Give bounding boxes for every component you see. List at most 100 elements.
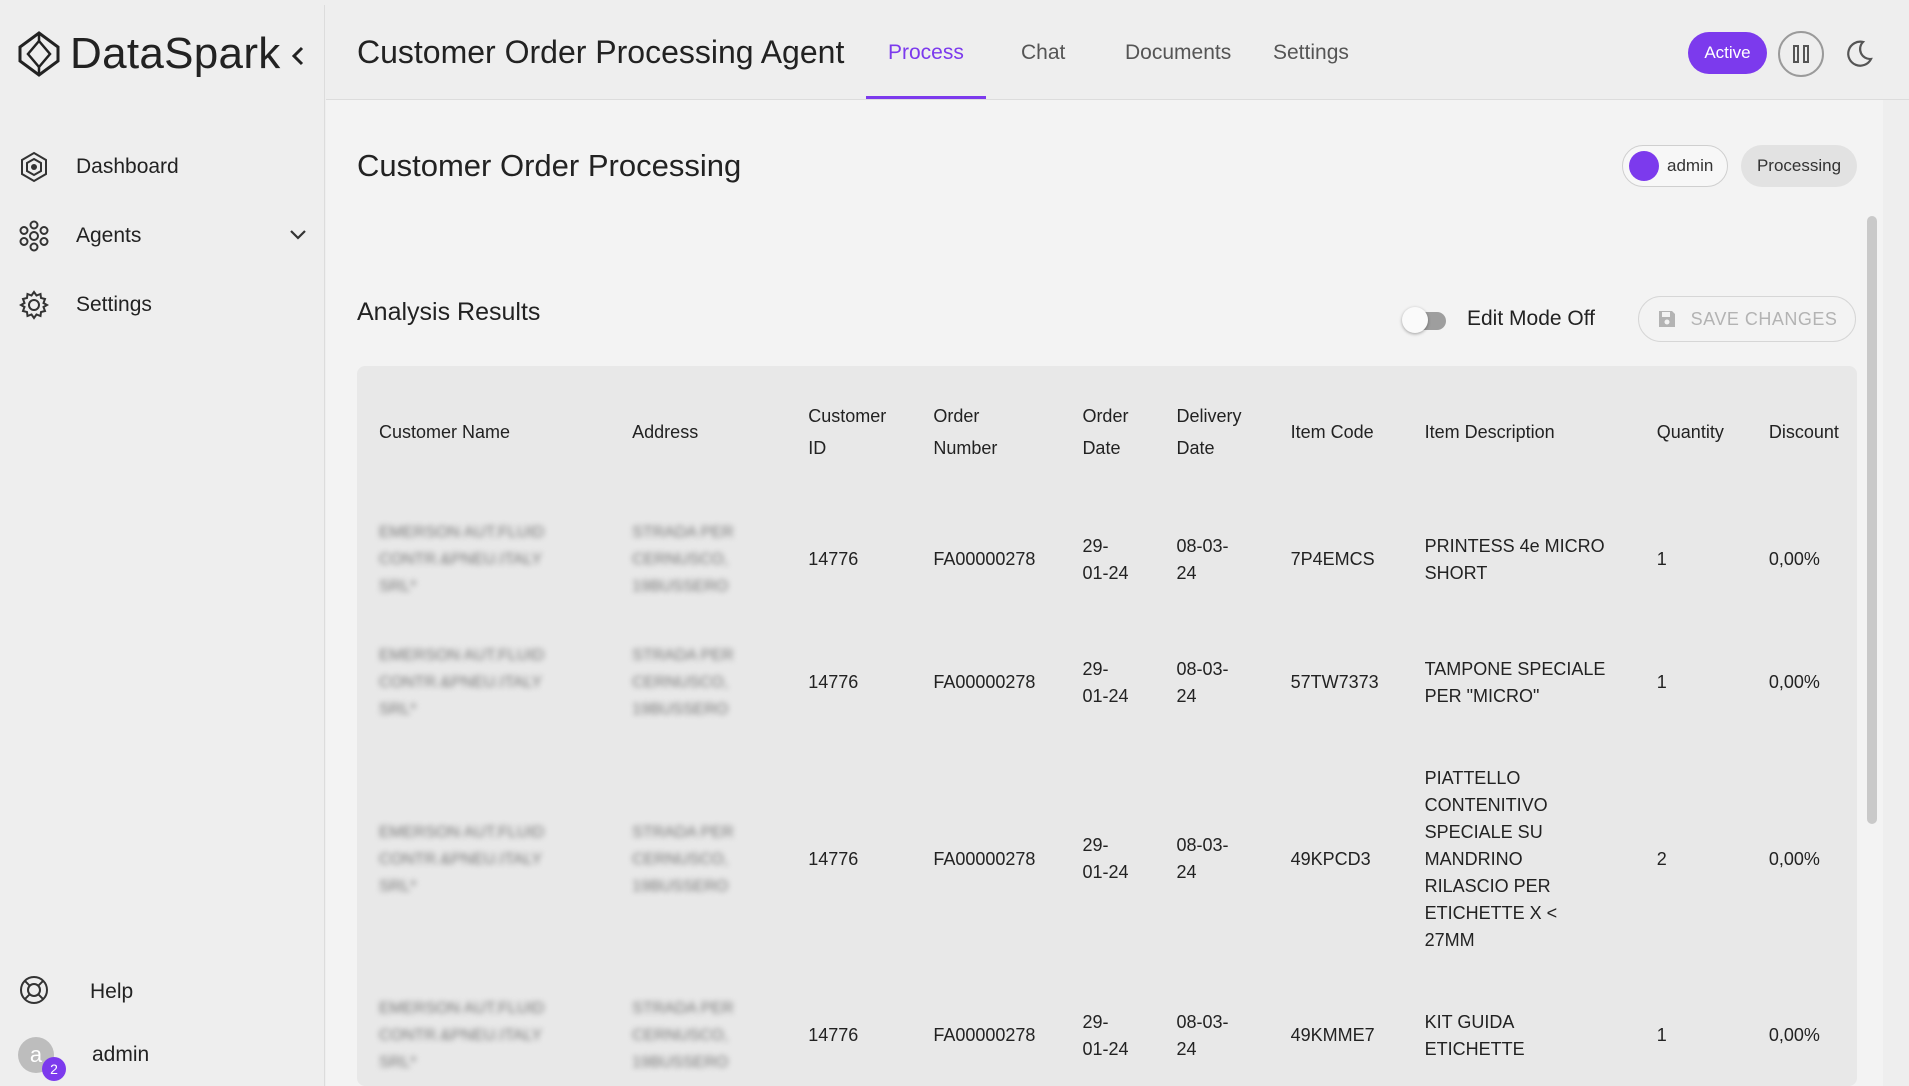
chevron-down-icon[interactable] (288, 224, 308, 244)
sidebar-item-dashboard[interactable]: Dashboard (18, 145, 308, 189)
cell-text-line: 24 (1176, 862, 1197, 882)
tab-process[interactable]: Process (888, 41, 964, 65)
cell-item-code: 7P4EMCS (1269, 498, 1403, 621)
pause-button[interactable] (1778, 31, 1824, 77)
notification-badge: 2 (42, 1057, 66, 1081)
column-header-address[interactable]: Address (610, 366, 786, 498)
cell-text: 0,00% (1768, 848, 1820, 869)
cell-discount: 0,00% (1747, 974, 1857, 1086)
cell-text-line: 19BUSSERO (632, 701, 729, 718)
column-header-text: Discount (1768, 422, 1839, 442)
column-header-text: Address (632, 422, 699, 442)
cell-text-line: 01-24 (1082, 1038, 1129, 1059)
cell-item-code: 49KPCD3 (1269, 744, 1403, 974)
table-body: EMERSON AUT.FLUID CONTR.&PNEU.ITALY SRL* ST… (357, 498, 1857, 1086)
cell-text-line: STRADA PER (632, 823, 734, 841)
user-chip[interactable]: admin (1622, 145, 1728, 187)
cell-quantity: 1 (1635, 621, 1747, 744)
cell-text-line: RILASCIO PER (1424, 875, 1551, 896)
sidebar-item-settings[interactable]: Settings (18, 283, 308, 327)
column-header-delivery-date[interactable]: Delivery Date (1155, 366, 1269, 498)
user-menu[interactable]: a 2 admin (18, 1033, 308, 1081)
column-header-order-number[interactable]: Order Number (911, 366, 1060, 498)
cell-text-line: 19BUSSERO (632, 1054, 729, 1071)
sidebar-item-agents[interactable]: Agents (18, 214, 308, 258)
avatar-initial: a (29, 1042, 43, 1067)
dark-mode-moon-icon[interactable] (1844, 39, 1874, 69)
cell-customer-name: EMERSON AUT.FLUID CONTR.&PNEU.ITALY SRL* (357, 621, 610, 744)
table-row[interactable]: EMERSON AUT.FLUID CONTR.&PNEU.ITALY SRL* ST… (357, 498, 1857, 621)
table-header-row: Customer Name Address Customer ID Order Numbe… (357, 366, 1857, 498)
save-changes-button[interactable]: SAVE CHANGES (1638, 296, 1856, 342)
cell-text-line: PER "MICRO" (1424, 685, 1540, 706)
user-name: admin (92, 1043, 150, 1066)
column-header-text: Date (1082, 438, 1121, 458)
cell-order-date: 29- 01-24 (1060, 498, 1154, 621)
cell-delivery-date: 08-03- 24 (1155, 974, 1269, 1086)
sidebar-item-label: Dashboard (76, 155, 179, 178)
cell-text-line: SRL* (379, 1054, 417, 1071)
column-header-order-date[interactable]: Order Date (1060, 366, 1154, 498)
cell-customer-name: EMERSON AUT.FLUID CONTR.&PNEU.ITALY SRL* (357, 744, 610, 974)
cell-text-line: CERNUSCO, (632, 674, 729, 691)
cell-text-line: 24 (1176, 1038, 1197, 1059)
cell-text: 2 (1656, 848, 1667, 869)
cell-customer-id: 14776 (786, 621, 911, 744)
top-header: Customer Order Processing Agent Process … (326, 5, 1909, 100)
column-header-customer-name[interactable]: Customer Name (357, 366, 610, 498)
cell-text: 0,00% (1768, 672, 1820, 692)
tab-settings[interactable]: Settings (1273, 41, 1349, 65)
cell-text-line: 24 (1176, 685, 1197, 706)
column-header-customer-id[interactable]: Customer ID (786, 366, 911, 498)
brand[interactable]: DataSpark (18, 29, 281, 79)
collapse-sidebar-button[interactable] (286, 41, 310, 71)
floppy-disk-icon (1658, 311, 1675, 327)
page-title: Customer Order Processing (357, 148, 742, 183)
cell-order-date: 29- 01-24 (1060, 974, 1154, 1086)
table-row[interactable]: EMERSON AUT.FLUID CONTR.&PNEU.ITALY SRL* ST… (357, 621, 1857, 744)
tab-chat[interactable]: Chat (1021, 41, 1065, 65)
user-avatar-dot (1629, 151, 1659, 181)
cell-customer-id: 14776 (786, 744, 911, 974)
column-header-text: Customer Name (379, 422, 511, 442)
gear-icon (18, 289, 50, 321)
avatar[interactable]: a 2 (18, 1037, 66, 1081)
column-header-text: Order (933, 406, 980, 426)
table-row[interactable]: EMERSON AUT.FLUID CONTR.&PNEU.ITALY SRL* ST… (357, 974, 1857, 1086)
help-item[interactable]: Help (18, 970, 308, 1014)
cell-text-line: 27MM (1424, 929, 1475, 950)
cell-text-line: ETICHETTE X < (1424, 902, 1558, 923)
cell-text-line: EMERSON AUT.FLUID (379, 1000, 545, 1017)
cell-text: 49KPCD3 (1290, 848, 1371, 869)
column-header-text: Date (1176, 438, 1215, 458)
cell-text: FA00000278 (933, 672, 1036, 692)
cell-item-description: KIT GUIDA ETICHETTE (1403, 974, 1635, 1086)
vertical-scrollbar[interactable] (1867, 216, 1877, 824)
active-tab-indicator (866, 96, 986, 99)
cell-address: STRADA PER CERNUSCO, 19BUSSERO (610, 498, 786, 621)
cell-text-line: 01-24 (1082, 862, 1129, 882)
cell-text: 14776 (808, 549, 859, 569)
cell-discount: 0,00% (1747, 498, 1857, 621)
column-header-item-description[interactable]: Item Description (1403, 366, 1635, 498)
column-header-quantity[interactable]: Quantity (1635, 366, 1747, 498)
cell-quantity: 1 (1635, 498, 1747, 621)
cell-text: 0,00% (1768, 1025, 1820, 1045)
edit-mode-toggle[interactable] (1402, 307, 1448, 333)
cell-text-line: PRINTESS 4e MICRO (1424, 535, 1605, 556)
results-table: Customer Name Address Customer ID Order Numbe… (357, 366, 1857, 1086)
column-header-text: Delivery (1176, 406, 1242, 426)
cell-order-number: FA00000278 (911, 974, 1060, 1086)
cell-discount: 0,00% (1747, 621, 1857, 744)
cell-order-date: 29- 01-24 (1060, 744, 1154, 974)
column-header-item-code[interactable]: Item Code (1269, 366, 1403, 498)
cell-text-line: EMERSON AUT.FLUID (379, 647, 545, 664)
help-lifebuoy-icon (18, 974, 50, 1011)
chevron-left-icon (291, 46, 304, 66)
table-row[interactable]: EMERSON AUT.FLUID CONTR.&PNEU.ITALY SRL* ST… (357, 744, 1857, 974)
tab-documents[interactable]: Documents (1125, 41, 1231, 65)
pause-icon (1793, 45, 1809, 63)
main-content: Customer Order Processing admin Processi… (326, 100, 1883, 1086)
column-header-discount[interactable]: Discount (1747, 366, 1857, 498)
status-pill[interactable]: Active (1688, 32, 1767, 74)
